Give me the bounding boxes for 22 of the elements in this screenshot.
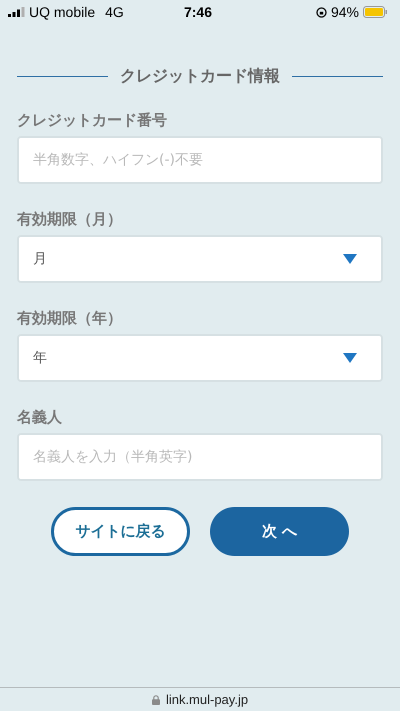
back-to-site-button[interactable]: サイトに戻る	[51, 507, 190, 556]
dropdown-arrow-icon	[343, 254, 357, 264]
page-url: link.mul-pay.jp	[166, 692, 248, 707]
field-label: クレジットカード番号	[17, 111, 168, 130]
field-label: 名義人	[17, 408, 63, 427]
next-button[interactable]: 次 へ	[210, 507, 349, 556]
battery-icon	[363, 6, 388, 18]
input-field[interactable]: 名義人を入力（半角英字)	[17, 433, 383, 481]
signal-icon	[8, 7, 25, 17]
lock-icon	[152, 694, 160, 704]
field-label: 有効期限（年）	[17, 309, 123, 328]
field-label: 有効期限（月）	[17, 210, 123, 229]
carrier-name: UQ mobile	[29, 4, 96, 20]
select-field[interactable]: 年	[17, 334, 383, 382]
section-title: クレジットカード情報	[120, 66, 280, 87]
battery-percent: 94%	[330, 4, 359, 20]
dropdown-arrow-icon	[343, 353, 357, 363]
network-type: 4G	[105, 4, 124, 20]
input-field[interactable]: 半角数字、ハイフン(-)不要	[17, 136, 383, 184]
rotation-lock-icon	[316, 6, 327, 18]
clock-time: 7:46	[184, 4, 212, 20]
select-field[interactable]: 月	[17, 235, 383, 283]
